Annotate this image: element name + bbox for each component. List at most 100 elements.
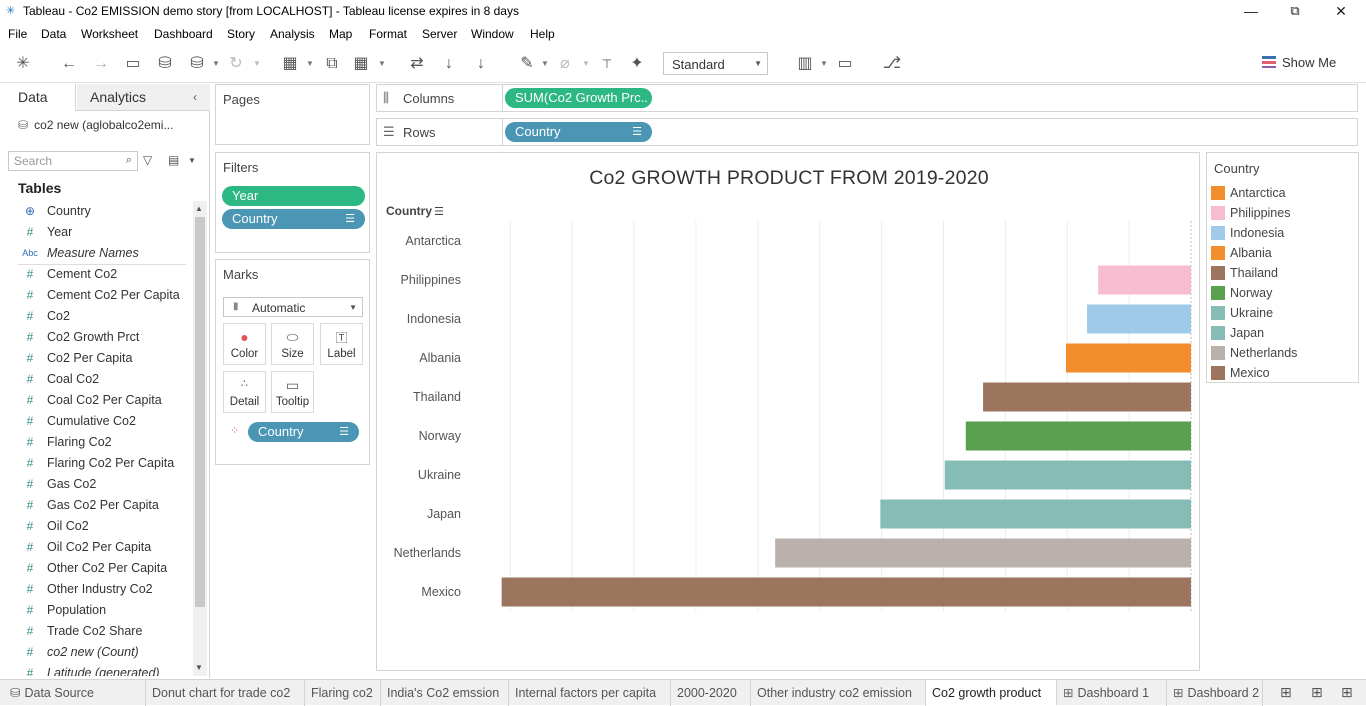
new-dashboard-icon[interactable]: ⊞	[1311, 684, 1323, 701]
menu-analysis[interactable]: Analysis	[270, 27, 315, 41]
show-me-button[interactable]: Show Me	[1262, 55, 1336, 70]
dropdown-arrow-icon[interactable]: ▼	[582, 53, 590, 75]
legend-item[interactable]: Netherlands	[1210, 344, 1355, 362]
menu-window[interactable]: Window	[471, 27, 514, 41]
collapse-pane-icon[interactable]: ‹	[193, 90, 197, 104]
sort-descending-icon[interactable]: ↓	[470, 53, 492, 75]
search-input[interactable]	[9, 152, 114, 170]
row-label[interactable]: Mexico	[421, 585, 461, 599]
field-item[interactable]: # Cement Co2 Per Capita	[0, 285, 190, 306]
rows-pill[interactable]: Country ☰	[505, 122, 652, 142]
dropdown-arrow-icon[interactable]: ▼	[188, 156, 196, 165]
sheet-tab[interactable]: Internal factors per capita	[509, 680, 671, 706]
detail-button[interactable]: ∴ Detail	[223, 371, 266, 413]
sheet-tab[interactable]: India's Co2 emssion	[381, 680, 509, 706]
menu-file[interactable]: File	[8, 27, 27, 41]
field-item[interactable]: # Coal Co2 Per Capita	[0, 390, 190, 411]
datasource-item[interactable]: ⛁ co2 new (aglobalco2emi...	[18, 118, 173, 132]
dropdown-arrow-icon[interactable]: ▼	[253, 53, 261, 75]
filters-card[interactable]: Filters Year Country ☰	[215, 152, 370, 253]
close-button[interactable]: ✕	[1326, 2, 1356, 20]
legend-item[interactable]: Mexico	[1210, 364, 1355, 382]
minimize-button[interactable]: —	[1236, 2, 1266, 20]
field-item[interactable]: # Year	[0, 222, 190, 243]
sheet-tab[interactable]: Donut chart for trade co2	[146, 680, 305, 706]
field-item[interactable]: # Gas Co2 Per Capita	[0, 495, 190, 516]
tab-data[interactable]: Data	[18, 89, 48, 105]
sort-ascending-icon[interactable]: ↓	[438, 53, 460, 75]
scroll-up-icon[interactable]: ▲	[195, 204, 203, 213]
sheet-tab[interactable]: Flaring co2	[305, 680, 381, 706]
bar-mexico[interactable]	[501, 577, 1192, 607]
forward-icon[interactable]: →	[90, 53, 112, 75]
search-icon[interactable]: ⌕	[126, 154, 132, 167]
field-item[interactable]: # Population	[0, 600, 190, 621]
size-button[interactable]: ⬭ Size	[271, 323, 314, 365]
pause-updates-icon[interactable]: ⛁	[186, 53, 208, 75]
back-icon[interactable]: ←	[58, 53, 80, 75]
bar-thailand[interactable]	[983, 382, 1191, 412]
legend-item[interactable]: Philippines	[1210, 204, 1355, 222]
legend-item[interactable]: Indonesia	[1210, 224, 1355, 242]
field-item[interactable]: # Oil Co2 Per Capita	[0, 537, 190, 558]
field-item[interactable]: # Other Industry Co2	[0, 579, 190, 600]
clear-sheet-icon[interactable]: ▦	[350, 53, 372, 75]
sheet-tab[interactable]: Co2 growth product	[926, 680, 1057, 706]
row-label[interactable]: Thailand	[413, 390, 461, 404]
color-pill-country[interactable]: Country ☰	[248, 422, 359, 442]
menu-format[interactable]: Format	[369, 27, 407, 41]
swap-rows-columns-icon[interactable]: ⇄	[406, 53, 428, 75]
label-button[interactable]: 🅃 Label	[320, 323, 363, 365]
pages-card[interactable]: Pages	[215, 84, 370, 145]
new-datasource-icon[interactable]: ⛁	[154, 53, 176, 75]
legend-item[interactable]: Albania	[1210, 244, 1355, 262]
bar-philippines[interactable]	[1098, 265, 1191, 295]
bar-norway[interactable]	[965, 421, 1191, 451]
new-worksheet-icon[interactable]: ⊞	[1280, 684, 1292, 701]
row-label[interactable]: Netherlands	[394, 546, 461, 560]
field-list-scrollbar[interactable]: ▲ ▼	[193, 201, 207, 676]
row-label[interactable]: Albania	[419, 351, 461, 365]
row-label[interactable]: Antarctica	[405, 234, 461, 248]
row-label[interactable]: Japan	[427, 507, 461, 521]
field-item[interactable]: # Oil Co2	[0, 516, 190, 537]
fit-select[interactable]: Standard ▼	[663, 52, 768, 75]
field-item[interactable]: # Co2 Growth Prct	[0, 327, 190, 348]
viz-canvas[interactable]: Co2 GROWTH PRODUCT FROM 2019-2020 Countr…	[376, 152, 1200, 671]
group-members-icon[interactable]: ⌀	[554, 53, 576, 75]
row-label[interactable]: Philippines	[401, 273, 461, 287]
presentation-mode-icon[interactable]: ▭	[834, 53, 856, 75]
bar-netherlands[interactable]	[775, 538, 1191, 568]
menu-map[interactable]: Map	[329, 27, 352, 41]
dropdown-arrow-icon[interactable]: ▼	[212, 53, 220, 75]
legend-item[interactable]: Japan	[1210, 324, 1355, 342]
sheet-tab[interactable]: Other industry co2 emission	[751, 680, 926, 706]
dropdown-arrow-icon[interactable]: ▼	[541, 53, 549, 75]
share-icon[interactable]: ⎇	[881, 53, 903, 75]
columns-shelf[interactable]: ⫼ Columns SUM(Co2 Growth Prc..	[376, 84, 1358, 112]
menu-data[interactable]: Data	[41, 27, 66, 41]
legend-item[interactable]: Thailand	[1210, 264, 1355, 282]
view-options-icon[interactable]: ▤	[168, 153, 179, 167]
tableau-home-icon[interactable]: ✳	[12, 53, 34, 75]
field-item[interactable]: # Co2 Per Capita	[0, 348, 190, 369]
legend-item[interactable]: Ukraine	[1210, 304, 1355, 322]
sheet-tab[interactable]: ⊞ Dashboard 1	[1057, 680, 1167, 706]
bar-albania[interactable]	[1066, 343, 1191, 373]
restore-button[interactable]: ⧉	[1280, 2, 1310, 20]
fix-axes-icon[interactable]: ✦	[626, 53, 648, 75]
color-button[interactable]: ● Color	[223, 323, 266, 365]
scroll-down-icon[interactable]: ▼	[195, 663, 203, 672]
filter-icon[interactable]: ▽	[143, 153, 152, 167]
sheet-tab[interactable]: 2000-2020	[671, 680, 751, 706]
menu-server[interactable]: Server	[422, 27, 457, 41]
dropdown-arrow-icon[interactable]: ▼	[820, 53, 828, 75]
field-item[interactable]: # Flaring Co2 Per Capita	[0, 453, 190, 474]
bar-indonesia[interactable]	[1087, 304, 1191, 334]
filter-pill-country[interactable]: Country ☰	[222, 209, 365, 229]
duplicate-sheet-icon[interactable]: ⧉	[321, 53, 343, 75]
highlight-icon[interactable]: ✎	[516, 53, 538, 75]
row-label[interactable]: Indonesia	[407, 312, 461, 326]
legend-item[interactable]: Norway	[1210, 284, 1355, 302]
tab-analytics[interactable]: Analytics	[90, 89, 146, 105]
